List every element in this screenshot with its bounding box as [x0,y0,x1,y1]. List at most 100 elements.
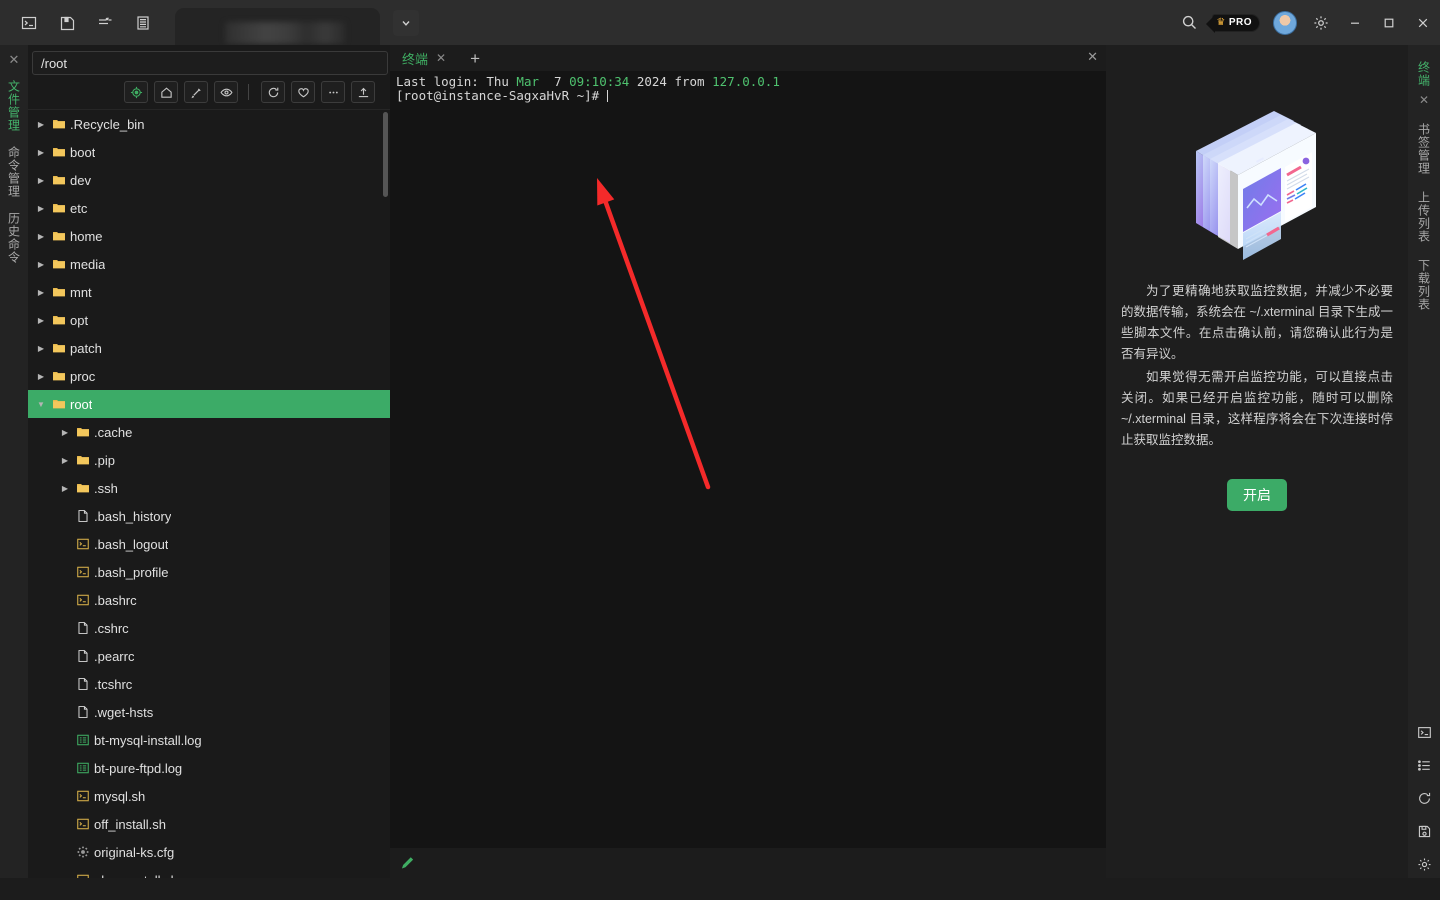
sidebar-item-file-manager[interactable]: 文件管理 [6,80,23,132]
tree-item[interactable]: ▶dev [28,166,390,194]
tab-close-icon[interactable]: ✕ [436,51,446,65]
chevron-right-icon[interactable]: ▶ [58,456,72,465]
tree-item[interactable]: .wget-hsts [28,698,390,726]
tree-item-label: .ssh [94,481,118,496]
minimize-button[interactable] [1338,0,1372,45]
file-tree-scrollbar[interactable] [383,112,388,197]
tree-item[interactable]: .bash_profile [28,558,390,586]
tree-item[interactable]: .cshrc [28,614,390,642]
sidebar-item-history-commands[interactable]: 历史命令 [6,212,23,264]
chevron-right-icon[interactable]: ▶ [34,344,48,353]
tree-item[interactable]: ▶home [28,222,390,250]
save-icon[interactable] [1417,824,1432,839]
file-tree-list: ▶.Recycle_bin▶boot▶dev▶etc▶home▶media▶mn… [28,110,390,900]
chevron-right-icon[interactable]: ▶ [34,288,48,297]
enable-monitor-button[interactable]: 开启 [1227,479,1287,511]
avatar[interactable] [1273,11,1297,35]
rail-item-bookmark-manager[interactable]: 书签管理 [1416,123,1433,175]
tree-item[interactable]: bt-pure-ftpd.log [28,754,390,782]
tree-item-label: .pip [94,453,115,468]
tab-terminal-label: 终端 [402,49,428,68]
home-icon[interactable] [154,81,178,103]
info-panel-close-icon[interactable]: ✕ [1087,49,1098,65]
rail-item-terminal[interactable]: 终端 [1416,61,1433,87]
titlebar-left-icons [0,7,162,39]
log-icon [72,761,94,775]
chevron-right-icon[interactable]: ▶ [34,372,48,381]
search-icon[interactable] [1172,0,1206,45]
tab-terminal[interactable]: 终端 ✕ [398,45,450,71]
tree-item[interactable]: ▶opt [28,306,390,334]
save-session-icon[interactable] [48,7,86,39]
gear-icon[interactable] [1304,0,1338,45]
chevron-down-icon[interactable]: ▼ [34,400,48,409]
terminal-output[interactable]: Last login: Thu Mar 7 09:10:34 2024 from… [390,71,1106,893]
tree-item[interactable]: mysql.sh [28,782,390,810]
pen-icon[interactable] [400,856,414,870]
sidebar-item-command-manager[interactable]: 命令管理 [6,146,23,198]
left-rail-close-icon[interactable]: ✕ [9,53,20,66]
upload-icon[interactable] [351,81,375,103]
chevron-down-icon[interactable] [393,10,419,36]
refresh-icon[interactable] [1417,791,1432,806]
tree-item[interactable]: bt-mysql-install.log [28,726,390,754]
tree-item[interactable]: .bash_history [28,502,390,530]
pro-badge[interactable]: ♛ PRO [1212,14,1260,32]
chevron-right-icon[interactable]: ▶ [34,176,48,185]
tree-item-label: .wget-hsts [94,705,153,720]
tree-item[interactable]: ▶mnt [28,278,390,306]
right-rail-close-icon[interactable]: ✕ [1419,93,1429,107]
connection-icon[interactable] [86,7,124,39]
terminal-text: 7 [547,74,570,89]
refresh-icon[interactable] [261,81,285,103]
tree-item[interactable]: ▶boot [28,138,390,166]
tree-item[interactable]: ▶media [28,250,390,278]
favorite-icon[interactable] [291,81,315,103]
right-rail-bottom-icons [1408,725,1440,872]
list-icon[interactable] [1417,758,1432,773]
tree-item[interactable]: ▼root [28,390,390,418]
terminal-icon[interactable] [1417,725,1432,740]
tree-item-label: .bashrc [94,593,137,608]
left-rail: ✕ 文件管理 命令管理 历史命令 [0,45,28,900]
path-input[interactable] [32,51,388,75]
locate-icon[interactable] [124,81,148,103]
chevron-right-icon[interactable]: ▶ [34,120,48,129]
terminal-icon[interactable] [10,7,48,39]
maximize-button[interactable] [1372,0,1406,45]
chevron-right-icon[interactable]: ▶ [34,148,48,157]
server-list-icon[interactable] [124,7,162,39]
tree-item[interactable]: ▶.Recycle_bin [28,110,390,138]
tree-item[interactable]: ▶patch [28,334,390,362]
chevron-right-icon[interactable]: ▶ [34,316,48,325]
rail-item-upload-list[interactable]: 上传列表 [1416,191,1433,243]
file-tree[interactable]: ▶.Recycle_bin▶boot▶dev▶etc▶home▶media▶mn… [28,109,390,900]
chevron-right-icon[interactable]: ▶ [34,232,48,241]
tree-item[interactable]: .pearrc [28,642,390,670]
tree-item[interactable]: ▶ .pip [28,446,390,474]
folder-icon [48,313,70,327]
tree-item[interactable]: ▶ .ssh [28,474,390,502]
gear-icon[interactable] [1417,857,1432,872]
tree-item[interactable]: ▶.cache [28,418,390,446]
rail-item-download-list[interactable]: 下载列表 [1416,259,1433,311]
close-button[interactable] [1406,0,1440,45]
session-tab[interactable] [175,8,380,48]
tree-item[interactable]: ▶proc [28,362,390,390]
tree-item[interactable]: .tcshrc [28,670,390,698]
tree-item[interactable]: .bash_logout [28,530,390,558]
tree-item[interactable]: original-ks.cfg [28,838,390,866]
folder-icon [48,257,70,271]
chevron-right-icon[interactable]: ▶ [58,484,72,493]
more-icon[interactable] [321,81,345,103]
tree-item-label: .pearrc [94,649,134,664]
chevron-right-icon[interactable]: ▶ [58,428,72,437]
chevron-right-icon[interactable]: ▶ [34,260,48,269]
add-tab-button[interactable]: + [470,50,480,67]
eye-icon[interactable] [214,81,238,103]
tree-item[interactable]: .bashrc [28,586,390,614]
path-link-icon[interactable] [184,81,208,103]
tree-item[interactable]: ▶etc [28,194,390,222]
tree-item[interactable]: off_install.sh [28,810,390,838]
chevron-right-icon[interactable]: ▶ [34,204,48,213]
